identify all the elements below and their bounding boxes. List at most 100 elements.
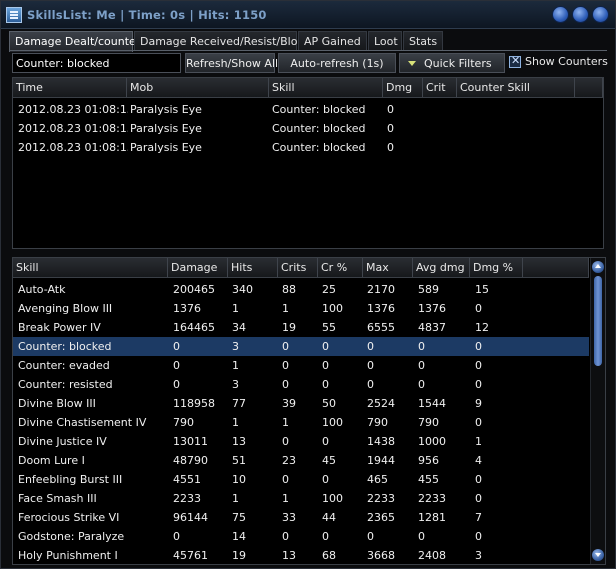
tab-divider bbox=[9, 50, 607, 51]
cell-hits: 34 bbox=[232, 321, 246, 334]
col-crit[interactable]: Crit bbox=[423, 78, 457, 97]
cell-damage: 13011 bbox=[173, 435, 208, 448]
skill-row[interactable]: Holy Punishment I 45761 19 13 68 3668 2408 3 bbox=[13, 546, 589, 564]
cell-damage: 48790 bbox=[173, 454, 208, 467]
cell-damage: 200465 bbox=[173, 283, 215, 296]
col-skill[interactable]: Skill bbox=[269, 78, 383, 97]
cell-avg-dmg: 455 bbox=[418, 473, 439, 486]
cell-crits: 88 bbox=[282, 283, 296, 296]
tab-ap-gained[interactable]: AP Gained bbox=[298, 31, 367, 51]
skill-row[interactable]: Doom Lure I 48790 51 23 45 1944 956 4 bbox=[13, 451, 589, 470]
cell-skill-name: Godstone: Paralyze bbox=[18, 530, 125, 543]
cell-skill-name: Doom Lure I bbox=[18, 454, 85, 467]
cell-crits: 39 bbox=[282, 397, 296, 410]
title-bar[interactable]: SkillsList: Me | Time: 0s | Hits: 1150 bbox=[1, 1, 615, 29]
cell-avg-dmg: 0 bbox=[418, 340, 425, 353]
cell-skill-name: Counter: blocked bbox=[18, 340, 112, 353]
col-mob[interactable]: Mob bbox=[127, 78, 269, 97]
cell-hits: 340 bbox=[232, 283, 253, 296]
maximize-button[interactable] bbox=[572, 6, 589, 23]
skill-row[interactable]: Face Smash III 2233 1 1 100 2233 2233 0 bbox=[13, 489, 589, 508]
cell-max: 1944 bbox=[367, 454, 395, 467]
col-damage[interactable]: Damage bbox=[168, 258, 228, 277]
log-row[interactable]: 2012.08.23 01:08:15 Paralysis Eye Counte… bbox=[13, 138, 603, 157]
log-row[interactable]: 2012.08.23 01:08:15 Paralysis Eye Counte… bbox=[13, 119, 603, 138]
cell-damage: 0 bbox=[173, 530, 180, 543]
tab-stats[interactable]: Stats bbox=[403, 31, 443, 51]
skill-row[interactable]: Avenging Blow III 1376 1 1 100 1376 1376 0 bbox=[13, 299, 589, 318]
show-counters-checkbox[interactable]: ✕ bbox=[509, 54, 521, 68]
col-crits[interactable]: Crits bbox=[278, 258, 318, 277]
cell-crit-pct: 55 bbox=[322, 321, 336, 334]
window-title: SkillsList: Me | Time: 0s | Hits: 1150 bbox=[27, 8, 267, 22]
cell-avg-dmg: 1544 bbox=[418, 397, 446, 410]
cell-hits: 1 bbox=[232, 302, 239, 315]
col-crit-pct[interactable]: Cr % bbox=[318, 258, 363, 277]
col-hits[interactable]: Hits bbox=[228, 258, 278, 277]
skill-row[interactable]: Godstone: Paralyze 0 14 0 0 0 0 0 bbox=[13, 527, 589, 546]
cell-avg-dmg: 0 bbox=[418, 378, 425, 391]
tab-damage-dealt[interactable]: Damage Dealt/counters bbox=[9, 31, 146, 52]
cell-skill-name: Counter: resisted bbox=[18, 378, 113, 391]
arrow-down-icon bbox=[595, 553, 601, 557]
skill-row[interactable]: Break Power IV 164465 34 19 55 6555 4837 12 bbox=[13, 318, 589, 337]
show-counters-label: Show Counters bbox=[525, 55, 608, 68]
skill-row[interactable]: Ferocious Strike VI 96144 75 33 44 2365 1281 7 bbox=[13, 508, 589, 527]
skill-row[interactable]: Counter: evaded 0 1 0 0 0 0 0 bbox=[13, 356, 589, 375]
cell-dmg-pct: 0 bbox=[475, 302, 482, 315]
cell-dmg-pct: 12 bbox=[475, 321, 489, 334]
col-counter-skill[interactable]: Counter Skill bbox=[457, 78, 575, 97]
scroll-up-button[interactable] bbox=[592, 261, 604, 273]
skill-row[interactable]: Enfeebling Burst III 4551 10 0 0 465 455 0 bbox=[13, 470, 589, 489]
col-spacer bbox=[523, 258, 589, 277]
skills-scrollbar[interactable] bbox=[590, 258, 605, 564]
cell-avg-dmg: 589 bbox=[418, 283, 439, 296]
scroll-down-button[interactable] bbox=[592, 549, 604, 561]
cell-max: 1438 bbox=[367, 435, 395, 448]
panel-splitter[interactable] bbox=[12, 249, 604, 253]
cell-damage: 164465 bbox=[173, 321, 215, 334]
filter-input[interactable] bbox=[12, 53, 181, 73]
log-row[interactable]: 2012.08.23 01:08:15 Paralysis Eye Counte… bbox=[13, 100, 603, 119]
cell-avg-dmg: 1281 bbox=[418, 511, 446, 524]
cell-avg-dmg: 956 bbox=[418, 454, 439, 467]
log-grid: Time Mob Skill Dmg Crit Counter Skill 20… bbox=[12, 77, 604, 249]
cell-avg-dmg: 4837 bbox=[418, 321, 446, 334]
minimize-button[interactable] bbox=[552, 6, 569, 23]
skill-row[interactable]: Divine Chastisement IV 790 1 1 100 790 790 0 bbox=[13, 413, 589, 432]
cell-skill-name: Enfeebling Burst III bbox=[18, 473, 123, 486]
skill-row[interactable]: Auto-Atk 200465 340 88 25 2170 589 15 bbox=[13, 280, 589, 299]
col-dmg-pct[interactable]: Dmg % bbox=[470, 258, 523, 277]
tab-loot[interactable]: Loot bbox=[368, 31, 402, 51]
skill-row[interactable]: Divine Blow III 118958 77 39 50 2524 1544 9 bbox=[13, 394, 589, 413]
cell-max: 790 bbox=[367, 416, 388, 429]
close-button[interactable] bbox=[592, 6, 609, 23]
cell-damage: 2233 bbox=[173, 492, 201, 505]
cell-skill-name: Face Smash III bbox=[18, 492, 97, 505]
col-skill-name[interactable]: Skill bbox=[13, 258, 168, 277]
cell-hits: 1 bbox=[232, 416, 239, 429]
window-controls bbox=[552, 6, 609, 23]
quick-filters-button[interactable]: Quick Filters bbox=[399, 53, 505, 73]
col-time[interactable]: Time bbox=[13, 78, 127, 97]
scroll-thumb[interactable] bbox=[594, 276, 602, 366]
cell-avg-dmg: 0 bbox=[418, 359, 425, 372]
cell-avg-dmg: 2408 bbox=[418, 549, 446, 562]
skill-row[interactable]: Counter: blocked 0 3 0 0 0 0 0 bbox=[13, 337, 589, 356]
show-counters-toggle[interactable]: ✕ Show Counters bbox=[509, 54, 608, 68]
skill-row[interactable]: Counter: resisted 0 3 0 0 0 0 0 bbox=[13, 375, 589, 394]
auto-refresh-button[interactable]: Auto-refresh (1s) bbox=[278, 53, 396, 73]
col-avg-dmg[interactable]: Avg dmg bbox=[413, 258, 470, 277]
tab-damage-received[interactable]: Damage Received/Resist/Blocks bbox=[134, 31, 316, 51]
cell-dmg-pct: 0 bbox=[475, 492, 482, 505]
cell-damage: 1376 bbox=[173, 302, 201, 315]
cell-skill: Counter: blocked bbox=[272, 141, 366, 154]
cell-damage: 790 bbox=[173, 416, 194, 429]
refresh-show-all-button[interactable]: Refresh/Show All bbox=[185, 53, 278, 73]
cell-dmg-pct: 9 bbox=[475, 397, 482, 410]
cell-hits: 51 bbox=[232, 454, 246, 467]
skill-row[interactable]: Divine Justice IV 13011 13 0 0 1438 1000 1 bbox=[13, 432, 589, 451]
col-dmg[interactable]: Dmg bbox=[383, 78, 423, 97]
col-max[interactable]: Max bbox=[363, 258, 413, 277]
cell-dmg-pct: 15 bbox=[475, 283, 489, 296]
